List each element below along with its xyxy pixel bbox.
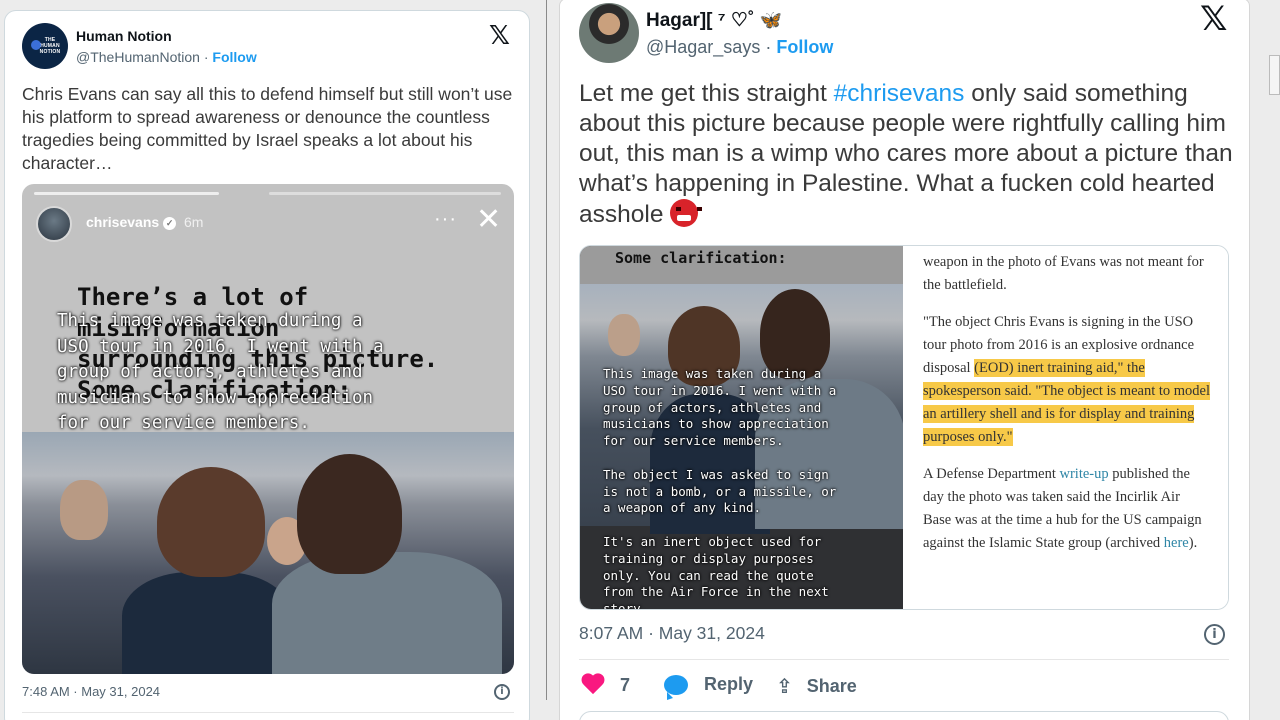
- story-avatar: [36, 206, 72, 242]
- handle-separator: ·: [199, 49, 213, 65]
- author-name: Hagar: [646, 10, 700, 31]
- like-count: 7: [620, 674, 631, 695]
- butterfly-icon: 🦋: [759, 10, 782, 30]
- tweet-timestamp[interactable]: 7:48 AM · May 31, 2024: [22, 684, 160, 699]
- reply-bubble-icon: [664, 674, 688, 700]
- collage-divider: [546, 0, 547, 700]
- story-photo: [22, 432, 514, 674]
- read-replies-button[interactable]: [579, 711, 1229, 720]
- story-caption: This image was taken during a USO tour i…: [57, 311, 384, 433]
- scrollbar[interactable]: [1269, 55, 1280, 95]
- photo-person: [122, 572, 292, 674]
- author-name-row[interactable]: Hagar][ ⁷ ♡˚ 🦋: [646, 9, 782, 32]
- share-button[interactable]: ⇪ Share: [776, 674, 857, 698]
- article-text: A Defense Department: [923, 466, 1060, 482]
- clarification-title: Some clarification:: [615, 249, 787, 267]
- article-paragraph: weapon in the photo of Evans was not mea…: [923, 254, 1204, 293]
- author-handle-row: @TheHumanNotion · Follow: [76, 49, 257, 65]
- tweet-media-image[interactable]: Some clarification: This image was taken…: [579, 245, 1229, 610]
- avatar-hagar[interactable]: [579, 3, 639, 63]
- photo-person: [272, 552, 502, 674]
- author-name-suffix: ][ ⁷ ♡˚: [699, 10, 760, 31]
- tweet-timestamp[interactable]: 8:07 AM · May 31, 2024: [579, 623, 765, 644]
- verified-icon: ✓: [163, 216, 177, 230]
- article-link: write-up: [1059, 466, 1109, 482]
- tweet-text: Let me get this straight #chrisevans onl…: [579, 79, 1239, 230]
- tweet-text-part: Let me get this straight: [579, 80, 834, 107]
- story-screenshot-media[interactable]: chrisevans ✓ 6m ··· ✕ There’s a lot of mi…: [22, 184, 514, 674]
- photo-person: [608, 314, 640, 356]
- follow-button[interactable]: Follow: [776, 37, 833, 57]
- story-time: 6m: [184, 214, 204, 230]
- story-username: chrisevans: [86, 214, 160, 230]
- divider: [22, 712, 514, 713]
- author-handle-row: @Hagar_says · Follow: [646, 37, 833, 58]
- tweet-text: Chris Evans can say all this to defend h…: [22, 84, 513, 173]
- x-logo-icon[interactable]: 𝕏: [489, 21, 510, 51]
- avatar-brain-icon: [31, 40, 41, 50]
- avatar-human-notion[interactable]: THE HUMAN NOTION: [22, 23, 68, 69]
- handle-separator: ·: [760, 37, 777, 57]
- tweet-card-human-notion: THE HUMAN NOTION Human Notion @TheHumanN…: [4, 10, 530, 720]
- article-paragraph: "The object Chris Evans is signing in th…: [923, 311, 1210, 449]
- author-handle[interactable]: @Hagar_says: [646, 37, 760, 57]
- article-excerpt: weapon in the photo of Evans was not mea…: [903, 246, 1228, 609]
- photo-person: [157, 467, 265, 577]
- story-caption: This image was taken during a USO tour i…: [603, 366, 837, 610]
- angry-face-icon: [670, 199, 703, 227]
- like-button[interactable]: 7: [582, 674, 630, 696]
- tweet-card-hagar: Hagar][ ⁷ ♡˚ 🦋 @Hagar_says · Follow 𝕏 Le…: [559, 0, 1250, 720]
- screenshot-collage: THE HUMAN NOTION Human Notion @TheHumanN…: [0, 0, 1280, 720]
- article-text: ).: [1188, 535, 1198, 551]
- photo-person: [60, 480, 108, 540]
- story-progress-bar: [34, 192, 219, 195]
- share-label: Share: [806, 675, 857, 696]
- reply-button[interactable]: Reply: [664, 674, 754, 700]
- article-link: here: [1163, 535, 1189, 551]
- x-logo-icon[interactable]: 𝕏: [1200, 0, 1227, 39]
- more-options-icon: ···: [434, 208, 457, 230]
- follow-button[interactable]: Follow: [212, 49, 256, 65]
- story-progress-bar: [269, 192, 501, 195]
- close-icon: ✕: [476, 202, 502, 237]
- heart-icon: [582, 674, 606, 696]
- author-name[interactable]: Human Notion: [76, 28, 172, 44]
- reply-label: Reply: [704, 674, 754, 694]
- divider: [579, 659, 1229, 660]
- story-username-row: chrisevans ✓: [86, 214, 177, 230]
- story-screenshot: Some clarification: This image was taken…: [580, 246, 903, 610]
- share-icon: ⇪: [776, 674, 793, 698]
- photo-person: [297, 454, 402, 574]
- author-handle[interactable]: @TheHumanNotion: [76, 49, 200, 65]
- info-icon[interactable]: i: [1204, 624, 1225, 645]
- hashtag-link[interactable]: #chrisevans: [834, 80, 965, 107]
- article-paragraph: A Defense Department write-up published …: [923, 463, 1210, 555]
- info-icon[interactable]: i: [494, 684, 510, 700]
